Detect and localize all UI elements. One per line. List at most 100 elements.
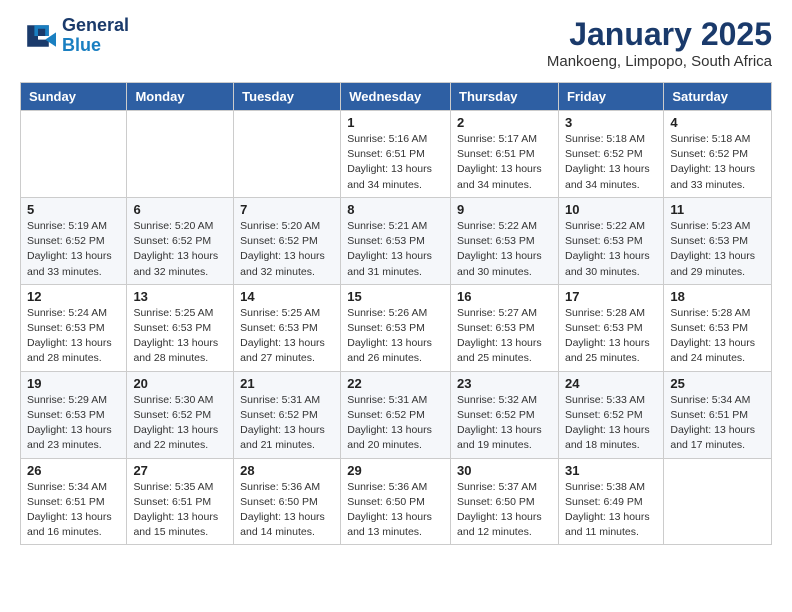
header-monday: Monday <box>127 83 234 111</box>
day-number: 1 <box>347 115 444 130</box>
day-number: 17 <box>565 289 657 304</box>
day-number: 3 <box>565 115 657 130</box>
calendar-cell: 2Sunrise: 5:17 AM Sunset: 6:51 PM Daylig… <box>451 111 559 198</box>
calendar-cell: 3 Sunrise: 5:18 AM Sunset: 6:52 PM Daylig… <box>558 111 663 198</box>
calendar-week-5: 26Sunrise: 5:34 AM Sunset: 6:51 PM Dayli… <box>21 458 772 545</box>
day-info: Sunrise: 5:32 AM Sunset: 6:52 PM Dayligh… <box>457 393 552 454</box>
calendar-cell: 21Sunrise: 5:31 AM Sunset: 6:52 PM Dayli… <box>234 371 341 458</box>
day-info: Sunrise: 5:36 AM Sunset: 6:50 PM Dayligh… <box>240 480 334 541</box>
header-tuesday: Tuesday <box>234 83 341 111</box>
calendar-cell: 29 Sunrise: 5:36 AM Sunset: 6:50 PM Dayli… <box>341 458 451 545</box>
calendar-cell: 13 Sunrise: 5:25 AM Sunset: 6:53 PM Dayli… <box>127 284 234 371</box>
day-number: 28 <box>240 463 334 478</box>
logo-line1: General <box>62 16 129 36</box>
calendar-cell <box>21 111 127 198</box>
day-number: 21 <box>240 376 334 391</box>
calendar-week-1: 1Sunrise: 5:16 AM Sunset: 6:51 PM Daylig… <box>21 111 772 198</box>
day-number: 22 <box>347 376 444 391</box>
day-info: Sunrise: 5:22 AM Sunset: 6:53 PM Dayligh… <box>565 219 657 280</box>
day-number: 12 <box>27 289 120 304</box>
day-number: 8 <box>347 202 444 217</box>
calendar: SundayMondayTuesdayWednesdayThursdayFrid… <box>20 82 772 545</box>
title-block: January 2025 Mankoeng, Limpopo, South Af… <box>547 16 772 70</box>
day-info: Sunrise: 5:30 AM Sunset: 6:52 PM Dayligh… <box>133 393 227 454</box>
day-info: Sunrise: 5:29 AM Sunset: 6:53 PM Dayligh… <box>27 393 120 454</box>
calendar-week-2: 5 Sunrise: 5:19 AM Sunset: 6:52 PM Daylig… <box>21 197 772 284</box>
logo: General Blue <box>20 16 129 56</box>
calendar-cell: 22Sunrise: 5:31 AM Sunset: 6:52 PM Dayli… <box>341 371 451 458</box>
day-number: 15 <box>347 289 444 304</box>
day-number: 14 <box>240 289 334 304</box>
day-info: Sunrise: 5:24 AM Sunset: 6:53 PM Dayligh… <box>27 306 120 367</box>
day-info: Sunrise: 5:25 AM Sunset: 6:53 PM Dayligh… <box>133 306 227 367</box>
calendar-cell: 30Sunrise: 5:37 AM Sunset: 6:50 PM Dayli… <box>451 458 559 545</box>
page: General Blue January 2025 Mankoeng, Limp… <box>0 0 792 561</box>
day-info: Sunrise: 5:23 AM Sunset: 6:53 PM Dayligh… <box>670 219 765 280</box>
day-number: 7 <box>240 202 334 217</box>
logo-text: General Blue <box>62 16 129 56</box>
day-info: Sunrise: 5:20 AM Sunset: 6:52 PM Dayligh… <box>133 219 227 280</box>
day-number: 9 <box>457 202 552 217</box>
day-info: Sunrise: 5:18 AM Sunset: 6:52 PM Dayligh… <box>670 132 765 193</box>
day-number: 29 <box>347 463 444 478</box>
calendar-week-4: 19 Sunrise: 5:29 AM Sunset: 6:53 PM Dayli… <box>21 371 772 458</box>
day-info: Sunrise: 5:28 AM Sunset: 6:53 PM Dayligh… <box>670 306 765 367</box>
calendar-cell: 20 Sunrise: 5:30 AM Sunset: 6:52 PM Dayli… <box>127 371 234 458</box>
day-info: Sunrise: 5:37 AM Sunset: 6:50 PM Dayligh… <box>457 480 552 541</box>
calendar-cell: 5 Sunrise: 5:19 AM Sunset: 6:52 PM Daylig… <box>21 197 127 284</box>
day-info: Sunrise: 5:26 AM Sunset: 6:53 PM Dayligh… <box>347 306 444 367</box>
header-sunday: Sunday <box>21 83 127 111</box>
header-friday: Friday <box>558 83 663 111</box>
day-number: 6 <box>133 202 227 217</box>
logo-line2: Blue <box>62 36 129 56</box>
calendar-cell: 4 Sunrise: 5:18 AM Sunset: 6:52 PM Daylig… <box>664 111 772 198</box>
day-info: Sunrise: 5:34 AM Sunset: 6:51 PM Dayligh… <box>670 393 765 454</box>
logo-icon <box>20 18 56 54</box>
day-info: Sunrise: 5:18 AM Sunset: 6:52 PM Dayligh… <box>565 132 657 193</box>
calendar-cell: 27 Sunrise: 5:35 AM Sunset: 6:51 PM Dayli… <box>127 458 234 545</box>
day-info: Sunrise: 5:36 AM Sunset: 6:50 PM Dayligh… <box>347 480 444 541</box>
day-number: 13 <box>133 289 227 304</box>
day-info: Sunrise: 5:38 AM Sunset: 6:49 PM Dayligh… <box>565 480 657 541</box>
day-info: Sunrise: 5:19 AM Sunset: 6:52 PM Dayligh… <box>27 219 120 280</box>
day-number: 20 <box>133 376 227 391</box>
day-info: Sunrise: 5:25 AM Sunset: 6:53 PM Dayligh… <box>240 306 334 367</box>
calendar-cell: 6 Sunrise: 5:20 AM Sunset: 6:52 PM Daylig… <box>127 197 234 284</box>
header-saturday: Saturday <box>664 83 772 111</box>
calendar-cell: 26Sunrise: 5:34 AM Sunset: 6:51 PM Dayli… <box>21 458 127 545</box>
calendar-cell: 17Sunrise: 5:28 AM Sunset: 6:53 PM Dayli… <box>558 284 663 371</box>
calendar-cell: 15 Sunrise: 5:26 AM Sunset: 6:53 PM Dayli… <box>341 284 451 371</box>
calendar-cell: 14 Sunrise: 5:25 AM Sunset: 6:53 PM Dayli… <box>234 284 341 371</box>
calendar-cell: 9Sunrise: 5:22 AM Sunset: 6:53 PM Daylig… <box>451 197 559 284</box>
day-number: 23 <box>457 376 552 391</box>
calendar-cell: 28 Sunrise: 5:36 AM Sunset: 6:50 PM Dayli… <box>234 458 341 545</box>
day-number: 31 <box>565 463 657 478</box>
calendar-cell: 8 Sunrise: 5:21 AM Sunset: 6:53 PM Daylig… <box>341 197 451 284</box>
day-number: 25 <box>670 376 765 391</box>
calendar-cell: 16Sunrise: 5:27 AM Sunset: 6:53 PM Dayli… <box>451 284 559 371</box>
calendar-cell: 7 Sunrise: 5:20 AM Sunset: 6:52 PM Daylig… <box>234 197 341 284</box>
day-info: Sunrise: 5:17 AM Sunset: 6:51 PM Dayligh… <box>457 132 552 193</box>
day-info: Sunrise: 5:35 AM Sunset: 6:51 PM Dayligh… <box>133 480 227 541</box>
calendar-cell: 24Sunrise: 5:33 AM Sunset: 6:52 PM Dayli… <box>558 371 663 458</box>
header: General Blue January 2025 Mankoeng, Limp… <box>20 16 772 70</box>
day-info: Sunrise: 5:34 AM Sunset: 6:51 PM Dayligh… <box>27 480 120 541</box>
calendar-header-row: SundayMondayTuesdayWednesdayThursdayFrid… <box>21 83 772 111</box>
day-number: 16 <box>457 289 552 304</box>
day-info: Sunrise: 5:20 AM Sunset: 6:52 PM Dayligh… <box>240 219 334 280</box>
day-number: 4 <box>670 115 765 130</box>
header-thursday: Thursday <box>451 83 559 111</box>
calendar-cell: 12 Sunrise: 5:24 AM Sunset: 6:53 PM Dayli… <box>21 284 127 371</box>
day-number: 11 <box>670 202 765 217</box>
day-info: Sunrise: 5:21 AM Sunset: 6:53 PM Dayligh… <box>347 219 444 280</box>
main-title: January 2025 <box>547 16 772 53</box>
day-number: 10 <box>565 202 657 217</box>
day-number: 19 <box>27 376 120 391</box>
calendar-cell <box>234 111 341 198</box>
day-number: 27 <box>133 463 227 478</box>
calendar-cell: 31 Sunrise: 5:38 AM Sunset: 6:49 PM Dayli… <box>558 458 663 545</box>
calendar-cell: 18 Sunrise: 5:28 AM Sunset: 6:53 PM Dayli… <box>664 284 772 371</box>
day-number: 5 <box>27 202 120 217</box>
calendar-cell <box>127 111 234 198</box>
day-number: 18 <box>670 289 765 304</box>
